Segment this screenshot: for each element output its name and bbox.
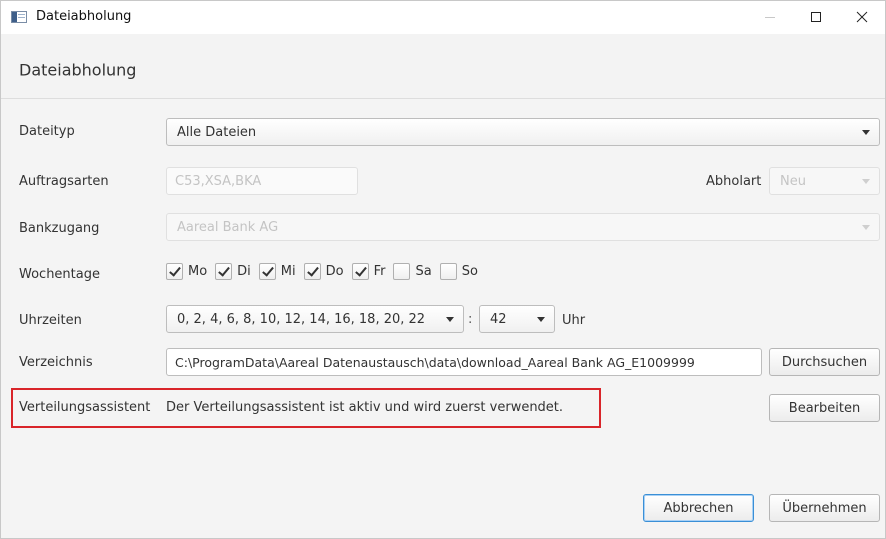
edit-button[interactable]: Bearbeiten xyxy=(769,394,880,422)
checkbox-box[interactable] xyxy=(303,262,321,280)
checkbox-label: Do xyxy=(325,263,344,279)
close-button[interactable] xyxy=(839,1,885,33)
auftragsarten-label: Auftragsarten xyxy=(19,174,109,189)
auftragsarten-field[interactable]: C53,XSA,BKA xyxy=(166,167,358,195)
app-icon xyxy=(11,11,27,23)
verzeichnis-label: Verzeichnis xyxy=(19,355,93,370)
hours-select[interactable]: 0, 2, 4, 6, 8, 10, 12, 14, 16, 18, 20, 2… xyxy=(166,305,464,333)
directory-field[interactable]: C:\ProgramData\Aareal Datenaustausch\dat… xyxy=(166,348,762,376)
checkbox-box[interactable] xyxy=(166,262,183,280)
bankzugang-select[interactable]: Aareal Bank AG xyxy=(166,213,880,241)
chevron-down-icon xyxy=(862,225,870,230)
chevron-down-icon xyxy=(537,317,545,322)
chevron-down-icon xyxy=(862,130,870,135)
window-title: Dateiabholung xyxy=(36,9,132,24)
dialog-header: Dateiabholung xyxy=(1,34,885,99)
checkbox-sa[interactable]: Sa xyxy=(393,262,433,280)
checkbox-box[interactable] xyxy=(215,262,233,280)
chevron-down-icon xyxy=(862,179,870,184)
bankzugang-label: Bankzugang xyxy=(19,221,100,236)
checkbox-label: Mo xyxy=(188,263,208,279)
uhrzeiten-label: Uhrzeiten xyxy=(19,313,82,328)
dialog-window: Dateiabholung Dateiabholung Dateityp All… xyxy=(0,0,886,539)
wochentage-label: Wochentage xyxy=(19,267,100,282)
apply-button[interactable]: Übernehmen xyxy=(769,494,880,522)
maximize-button[interactable] xyxy=(793,1,839,33)
unit-label: Uhr xyxy=(562,313,586,328)
checkbox-fr[interactable]: Fr xyxy=(351,262,388,280)
checkbox-mo[interactable]: Mo xyxy=(166,262,209,280)
checkbox-box[interactable] xyxy=(258,262,276,280)
minutes-select[interactable]: 42 xyxy=(479,305,555,333)
checkbox-box[interactable] xyxy=(439,262,457,280)
checkbox-mi[interactable]: Mi xyxy=(258,262,298,280)
abholart-select[interactable]: Neu xyxy=(769,167,880,195)
checkbox-label: Fr xyxy=(373,263,386,279)
dateityp-label: Dateityp xyxy=(19,124,75,139)
checkbox-do[interactable]: Do xyxy=(303,262,346,280)
close-icon xyxy=(856,11,868,23)
minimize-button[interactable] xyxy=(747,1,793,33)
time-separator: : xyxy=(468,312,473,327)
hours-value: 0, 2, 4, 6, 8, 10, 12, 14, 16, 18, 20, 2… xyxy=(177,312,426,327)
browse-button[interactable]: Durchsuchen xyxy=(769,348,880,376)
checkbox-so[interactable]: So xyxy=(439,262,480,280)
dateityp-select[interactable]: Alle Dateien xyxy=(166,118,880,146)
checkbox-di[interactable]: Di xyxy=(215,262,253,280)
checkbox-label: Sa xyxy=(415,263,432,279)
minimize-icon xyxy=(765,17,775,18)
checkbox-box[interactable] xyxy=(393,262,411,280)
checkbox-label: So xyxy=(461,263,478,279)
bankzugang-value: Aareal Bank AG xyxy=(177,220,279,235)
cancel-button[interactable]: Abbrechen xyxy=(643,494,754,522)
chevron-down-icon xyxy=(446,317,454,322)
verteilung-label: Verteilungsassistent xyxy=(19,400,151,415)
title-bar: Dateiabholung xyxy=(1,1,885,33)
directory-value: C:\ProgramData\Aareal Datenaustausch\dat… xyxy=(175,355,695,370)
weekday-checkboxes: Mo Di Mi Do Fr Sa So xyxy=(166,261,486,281)
verteilung-status: Der Verteilungsassistent ist aktiv und w… xyxy=(166,400,564,415)
auftragsarten-value: C53,XSA,BKA xyxy=(175,174,262,189)
checkbox-label: Di xyxy=(237,263,251,279)
abholart-value: Neu xyxy=(780,174,806,189)
dialog-heading: Dateiabholung xyxy=(19,60,137,80)
minutes-value: 42 xyxy=(490,312,507,327)
maximize-icon xyxy=(811,12,821,22)
abholart-label: Abholart xyxy=(706,174,762,189)
checkbox-label: Mi xyxy=(280,263,296,279)
checkbox-box[interactable] xyxy=(351,262,369,280)
dateityp-value: Alle Dateien xyxy=(177,125,257,140)
